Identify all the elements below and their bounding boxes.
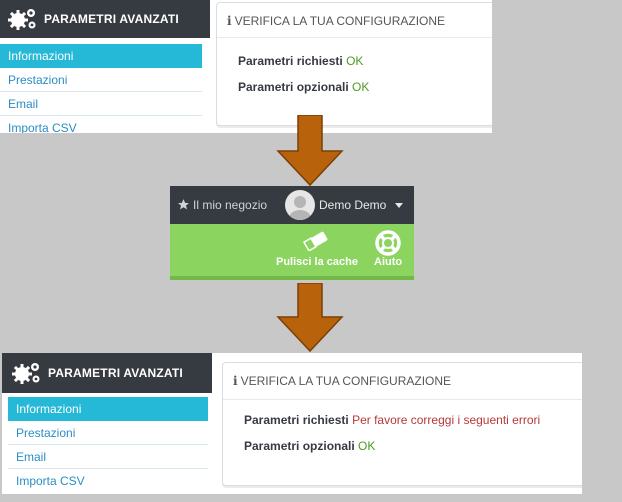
- sidebar-item-prestazioni[interactable]: Prestazioni: [0, 68, 202, 92]
- panel-title: i VERIFICA LA TUA CONFIGURAZIONE: [227, 14, 446, 28]
- required-params-label: Parametri richiesti: [244, 413, 349, 427]
- required-params-label: Parametri richiesti: [238, 54, 343, 68]
- arrow-down-icon: [276, 283, 344, 353]
- gears-icon: [8, 9, 36, 30]
- optional-params-row: Parametri opzionali OK: [244, 439, 375, 453]
- sidebar-item-informazioni[interactable]: Informazioni: [0, 44, 202, 68]
- avatar[interactable]: [285, 190, 315, 220]
- clear-cache-button[interactable]: Pulisci la cache: [276, 228, 366, 274]
- eraser-icon: [302, 231, 328, 251]
- required-params-row: Parametri richiesti Per favore correggi …: [244, 413, 540, 427]
- shop-link[interactable]: Il mio negozio: [193, 198, 267, 212]
- caret-down-icon[interactable]: [395, 203, 403, 208]
- sidebar-header: PARAMETRI AVANZATI: [2, 353, 212, 393]
- required-params-status: OK: [346, 54, 364, 68]
- optional-params-status: OK: [352, 80, 370, 94]
- screenshot-before: PARAMETRI AVANZATI Informazioni Prestazi…: [0, 0, 492, 133]
- bar-bottom-stripe: [170, 276, 414, 280]
- clear-cache-label: Pulisci la cache: [276, 256, 358, 268]
- quick-actions-bar: Pulisci la cache Aiuto: [170, 224, 414, 280]
- optional-params-status: OK: [358, 439, 376, 453]
- sidebar-header: PARAMETRI AVANZATI: [0, 0, 210, 38]
- panel-divider: [217, 37, 492, 38]
- sidebar-item-importa-csv[interactable]: Importa CSV: [8, 469, 208, 493]
- screenshot-after: PARAMETRI AVANZATI Informazioni Prestazi…: [2, 353, 582, 494]
- info-icon: i: [233, 374, 238, 388]
- config-check-panel: i VERIFICA LA TUA CONFIGURAZIONE Parametr…: [216, 2, 492, 126]
- sidebar-item-email[interactable]: Email: [8, 445, 208, 469]
- gears-icon: [12, 363, 40, 384]
- sidebar-item-informazioni[interactable]: Informazioni: [8, 397, 208, 421]
- user-name[interactable]: Demo Demo: [319, 198, 386, 212]
- optional-params-label: Parametri opzionali: [244, 439, 355, 453]
- help-label: Aiuto: [374, 256, 403, 268]
- sidebar-item-prestazioni[interactable]: Prestazioni: [8, 421, 208, 445]
- star-icon: [178, 199, 189, 210]
- sidebar-item-email[interactable]: Email: [0, 92, 202, 116]
- help-button[interactable]: Aiuto: [372, 228, 412, 274]
- sidebar-title: PARAMETRI AVANZATI: [48, 366, 183, 380]
- lifebuoy-icon: [375, 230, 401, 256]
- sidebar-item-importa-csv[interactable]: Importa CSV: [0, 116, 202, 133]
- panel-title: i VERIFICA LA TUA CONFIGURAZIONE: [233, 374, 452, 388]
- sidebar-title: PARAMETRI AVANZATI: [44, 12, 179, 26]
- required-params-row: Parametri richiesti OK: [238, 54, 363, 68]
- arrow-down-icon: [276, 115, 344, 187]
- info-icon: i: [227, 14, 232, 28]
- optional-params-row: Parametri opzionali OK: [238, 80, 369, 94]
- config-check-panel: i VERIFICA LA TUA CONFIGURAZIONE Parametr…: [222, 362, 582, 486]
- required-params-status: Per favore correggi i seguenti errori: [352, 413, 541, 427]
- admin-topbar: Il mio negozio Demo Demo: [170, 186, 414, 224]
- panel-divider: [223, 399, 582, 400]
- optional-params-label: Parametri opzionali: [238, 80, 349, 94]
